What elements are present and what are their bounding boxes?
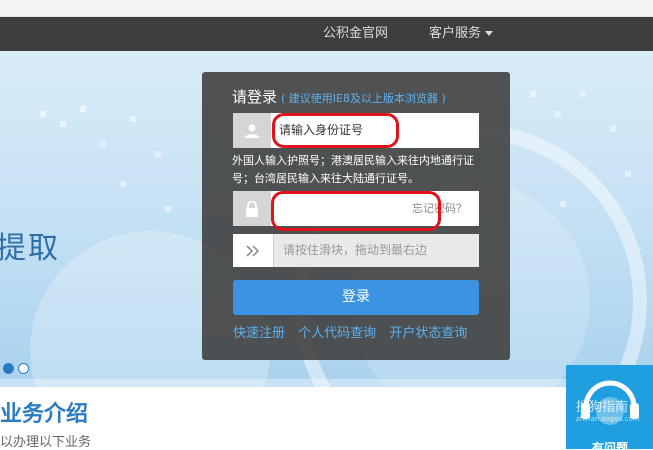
slider-instruction: 请按住滑块，拖动到最右边 [283, 243, 428, 257]
carousel-dot-active[interactable] [3, 363, 14, 374]
nav-customer-service-label: 客户服务 [429, 26, 482, 41]
section-title: 业务介绍 [0, 402, 89, 427]
login-title: 请登录( 建议使用IE8及以上版本浏览器 ) [232, 86, 446, 107]
user-icon [233, 113, 271, 148]
carousel-dot[interactable] [18, 363, 29, 374]
nav-gjj-official[interactable]: 公积金官网 [323, 17, 388, 51]
lock-icon [233, 191, 271, 226]
double-chevron-right-icon[interactable] [233, 234, 274, 267]
banner-word: 提取 [0, 231, 60, 266]
slider-verify[interactable]: 请按住滑块，拖动到最右边 [233, 234, 479, 267]
caret-down-icon [485, 31, 494, 36]
section-subtitle: 以办理以下业务 [0, 435, 92, 450]
watermark-text: 搜狗指南 [576, 400, 629, 415]
nav-customer-service[interactable]: 客户服务 [429, 17, 494, 51]
login-title-text: 请登录 [232, 88, 278, 106]
quick-register-link[interactable]: 快速注册 [233, 326, 285, 341]
browser-tip: ( 建议使用IE8及以上版本浏览器 ) [281, 92, 446, 105]
browser-top-strip [0, 0, 653, 17]
watermark-url: zhinan.sogou.com [576, 415, 640, 423]
account-status-query-link[interactable]: 开户状态查询 [389, 326, 467, 341]
watermark-bottom-text: 有问题 [592, 441, 629, 449]
login-links: 快速注册 个人代码查询 开户状态查询 [233, 322, 476, 341]
personal-code-query-link[interactable]: 个人代码查询 [298, 326, 376, 341]
login-button[interactable]: 登录 [233, 280, 479, 315]
sogou-watermark: 搜狗指南 zhinan.sogou.com 有问题 [566, 365, 653, 449]
id-input-hint: 外国人输入护照号；港澳居民输入来往内地通行证号；台湾居民输入来往大陆通行证号。 [232, 154, 474, 185]
annotation-circle-password [271, 191, 441, 231]
annotation-circle-id [272, 113, 399, 148]
top-navbar: 公积金官网 客户服务 [0, 17, 653, 51]
